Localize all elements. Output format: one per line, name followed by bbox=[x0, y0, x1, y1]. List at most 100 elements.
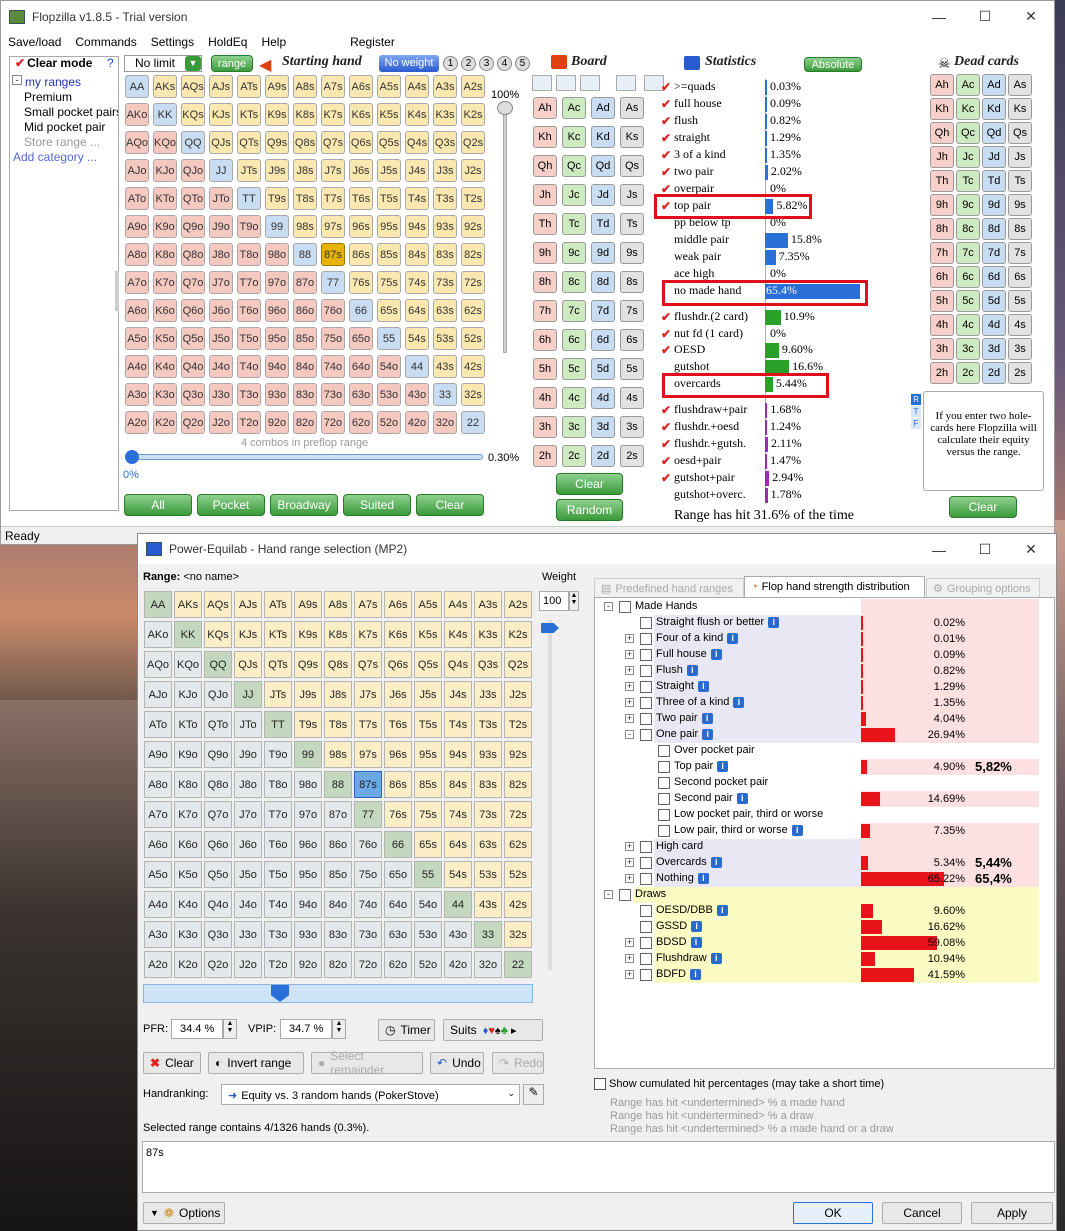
hand-cell-K9s[interactable]: K9s bbox=[265, 103, 289, 126]
hand-cell-Q8o[interactable]: Q8o bbox=[181, 243, 205, 266]
eq-hand-cell-A2s[interactable]: A2s bbox=[504, 591, 532, 618]
tree-checkbox[interactable] bbox=[640, 873, 652, 885]
tree-checkbox[interactable] bbox=[619, 601, 631, 613]
stat-row[interactable]: ✔ nut fd (1 card) 0% bbox=[661, 326, 861, 343]
hand-cell-A7s[interactable]: A7s bbox=[321, 75, 345, 98]
eq-hand-cell-92s[interactable]: 92s bbox=[504, 741, 532, 768]
dead-card-6c[interactable]: 6c bbox=[956, 266, 980, 288]
hand-cell-K4s[interactable]: K4s bbox=[405, 103, 429, 126]
maximize-icon[interactable]: ☐ bbox=[962, 1, 1008, 32]
board-card-4h[interactable]: 4h bbox=[533, 387, 557, 409]
eq-hand-cell-64o[interactable]: 64o bbox=[384, 891, 412, 918]
board-card-5c[interactable]: 5c bbox=[562, 358, 586, 380]
hand-cell-T4o[interactable]: T4o bbox=[237, 355, 261, 378]
dead-card-Ad[interactable]: Ad bbox=[982, 74, 1006, 96]
hand-cell-QTs[interactable]: QTs bbox=[237, 131, 261, 154]
eq-hand-cell-J6o[interactable]: J6o bbox=[234, 831, 262, 858]
weight-vslider-track[interactable] bbox=[548, 620, 552, 970]
eq-hand-cell-96o[interactable]: 96o bbox=[294, 831, 322, 858]
tree-item-mid-pair[interactable]: Mid pocket pair bbox=[24, 120, 105, 134]
board-slot[interactable] bbox=[556, 75, 576, 91]
eq-hand-cell-73s[interactable]: 73s bbox=[474, 801, 502, 828]
collapse-icon[interactable]: - bbox=[604, 890, 613, 899]
tree-row[interactable]: + BDFD i 41.59% bbox=[600, 967, 1040, 983]
dead-card-Qh[interactable]: Qh bbox=[930, 122, 954, 144]
board-card-4c[interactable]: 4c bbox=[562, 387, 586, 409]
eq-hand-cell-55[interactable]: 55 bbox=[414, 861, 442, 888]
eq-hand-cell-K2o[interactable]: K2o bbox=[174, 951, 202, 978]
eq-hand-cell-86s[interactable]: 86s bbox=[384, 771, 412, 798]
eq-hand-cell-KJo[interactable]: KJo bbox=[174, 681, 202, 708]
stat-row[interactable]: ✔ 3 of a kind 1.35% bbox=[661, 147, 861, 164]
hand-cell-T5o[interactable]: T5o bbox=[237, 327, 261, 350]
expand-icon[interactable]: + bbox=[625, 698, 634, 707]
eq-hand-cell-97o[interactable]: 97o bbox=[294, 801, 322, 828]
tree-row[interactable]: Second pocket pair bbox=[600, 775, 1040, 791]
eq-hand-cell-43s[interactable]: 43s bbox=[474, 891, 502, 918]
tree-checkbox[interactable] bbox=[640, 681, 652, 693]
stat-row[interactable]: ✔ flushdr.+oesd 1.24% bbox=[661, 419, 861, 436]
hand-cell-KJo[interactable]: KJo bbox=[153, 159, 177, 182]
dead-card-Th[interactable]: Th bbox=[930, 170, 954, 192]
hand-cell-33[interactable]: 33 bbox=[433, 383, 457, 406]
eq-hand-cell-AKo[interactable]: AKo bbox=[144, 621, 172, 648]
hand-cell-A9o[interactable]: A9o bbox=[125, 215, 149, 238]
info-icon[interactable]: i bbox=[697, 681, 709, 692]
collapse-icon[interactable]: - bbox=[12, 75, 22, 85]
eq-hand-cell-AKs[interactable]: AKs bbox=[174, 591, 202, 618]
show-cumulated-checkbox[interactable]: Show cumulated hit percentages (may take… bbox=[594, 1078, 884, 1090]
stat-row[interactable]: ✔ flushdraw+pair 1.68% bbox=[661, 402, 861, 419]
eq-hand-cell-83s[interactable]: 83s bbox=[474, 771, 502, 798]
tree-row[interactable]: Straight flush or better i 0.02% bbox=[600, 615, 1040, 631]
dead-card-4c[interactable]: 4c bbox=[956, 314, 980, 336]
no-weight-button[interactable]: No weight bbox=[379, 55, 439, 72]
dead-card-Jc[interactable]: Jc bbox=[956, 146, 980, 168]
eq-hand-cell-AQs[interactable]: AQs bbox=[204, 591, 232, 618]
tab-f[interactable]: F bbox=[911, 418, 921, 429]
tree-checkbox[interactable] bbox=[640, 937, 652, 949]
tree-row[interactable]: - Draws bbox=[600, 887, 1040, 903]
hand-cell-J4o[interactable]: J4o bbox=[209, 355, 233, 378]
hand-cell-TT[interactable]: TT bbox=[237, 187, 261, 210]
eq-hand-cell-K7o[interactable]: K7o bbox=[174, 801, 202, 828]
eq-hand-cell-T3s[interactable]: T3s bbox=[474, 711, 502, 738]
hand-cell-88[interactable]: 88 bbox=[293, 243, 317, 266]
hand-cell-85o[interactable]: 85o bbox=[293, 327, 317, 350]
eq-hand-cell-73o[interactable]: 73o bbox=[354, 921, 382, 948]
hand-cell-76o[interactable]: 76o bbox=[321, 299, 345, 322]
board-card-Kc[interactable]: Kc bbox=[562, 126, 586, 148]
dead-card-Kc[interactable]: Kc bbox=[956, 98, 980, 120]
eq-hand-cell-AA[interactable]: AA bbox=[144, 591, 172, 618]
broadway-button[interactable]: Broadway bbox=[270, 494, 338, 516]
hand-cell-72s[interactable]: 72s bbox=[461, 271, 485, 294]
hand-cell-K6s[interactable]: K6s bbox=[349, 103, 373, 126]
hand-cell-Q2s[interactable]: Q2s bbox=[461, 131, 485, 154]
pfr-input[interactable]: 34.4 % bbox=[171, 1019, 223, 1039]
info-icon[interactable]: i bbox=[690, 937, 702, 948]
eq-hand-cell-T3o[interactable]: T3o bbox=[264, 921, 292, 948]
eq-hand-cell-Q8o[interactable]: Q8o bbox=[204, 771, 232, 798]
hand-cell-Q5o[interactable]: Q5o bbox=[181, 327, 205, 350]
hand-cell-T8s[interactable]: T8s bbox=[293, 187, 317, 210]
weight-spinner[interactable]: ▲ ▼ bbox=[569, 591, 579, 611]
tab-flop-distribution[interactable]: ◔ Flop hand strength distribution bbox=[744, 576, 925, 598]
board-card-Ks[interactable]: Ks bbox=[620, 126, 644, 148]
hand-cell-93o[interactable]: 93o bbox=[265, 383, 289, 406]
dead-card-2d[interactable]: 2d bbox=[982, 362, 1006, 384]
hand-cell-K8o[interactable]: K8o bbox=[153, 243, 177, 266]
hand-cell-JTo[interactable]: JTo bbox=[209, 187, 233, 210]
dead-card-4s[interactable]: 4s bbox=[1008, 314, 1032, 336]
clear-mode[interactable]: ✔ Clear mode bbox=[15, 56, 92, 70]
hand-cell-87o[interactable]: 87o bbox=[293, 271, 317, 294]
eq-hand-cell-T5o[interactable]: T5o bbox=[264, 861, 292, 888]
eq-hand-cell-Q9s[interactable]: Q9s bbox=[294, 651, 322, 678]
eq-hand-cell-J9o[interactable]: J9o bbox=[234, 741, 262, 768]
eq-hand-cell-KQs[interactable]: KQs bbox=[204, 621, 232, 648]
tree-add-category[interactable]: Add category ... bbox=[13, 150, 97, 164]
hand-cell-QTo[interactable]: QTo bbox=[181, 187, 205, 210]
eq-hand-cell-98o[interactable]: 98o bbox=[294, 771, 322, 798]
hand-cell-KJs[interactable]: KJs bbox=[209, 103, 233, 126]
board-card-Ah[interactable]: Ah bbox=[533, 97, 557, 119]
weight-2-button[interactable]: 2 bbox=[461, 56, 476, 71]
tree-row[interactable]: + Overcards i 5.34% 5,44% bbox=[600, 855, 1040, 871]
